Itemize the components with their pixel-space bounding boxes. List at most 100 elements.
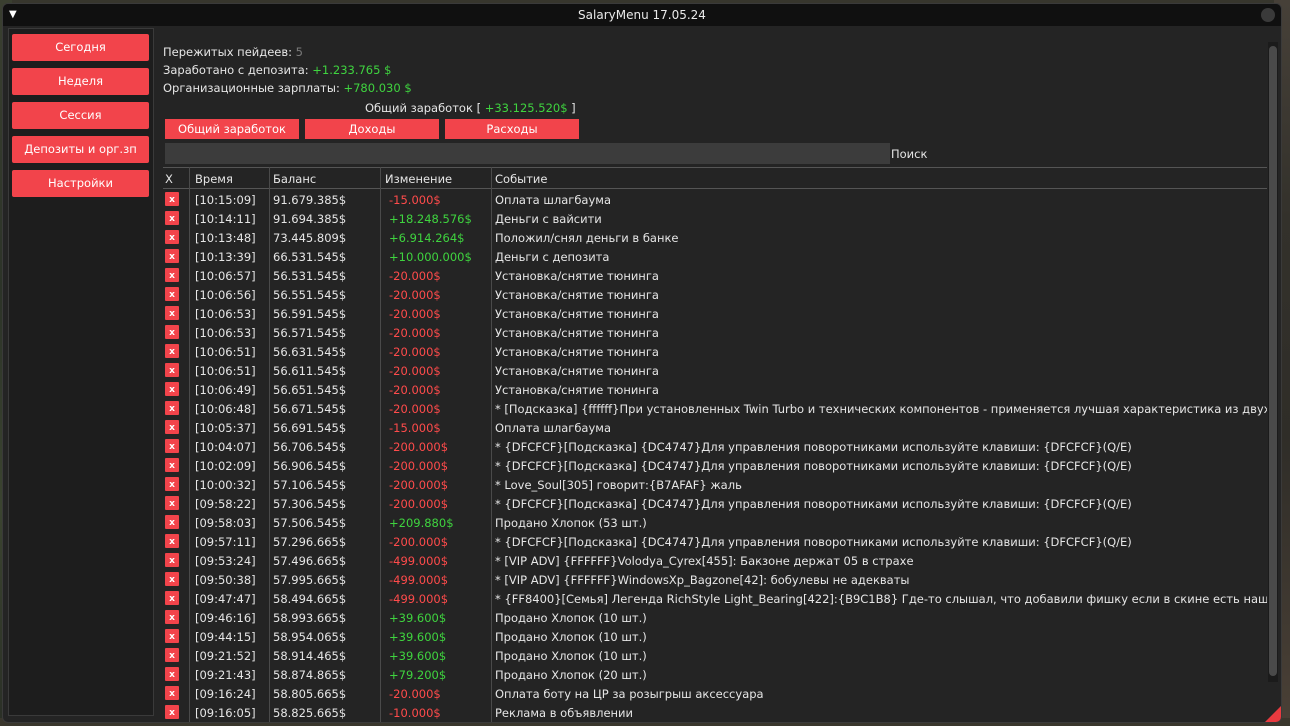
scrollbar[interactable] [1268, 42, 1278, 682]
delete-row-button[interactable]: x [165, 325, 179, 339]
close-icon[interactable] [1261, 8, 1275, 22]
table-row: x [09:58:03] 57.506.545$ +209.880$ Продано Х… [163, 513, 1267, 532]
delete-row-button[interactable]: x [165, 230, 179, 244]
change-cell: -20.000$ [389, 364, 441, 378]
change-cell: -200.000$ [389, 440, 449, 454]
delete-row-button[interactable]: x [165, 515, 179, 529]
time-cell: [10:06:51] [195, 364, 256, 378]
table-row: x [10:05:37] 56.691.545$ -15.000$ Оплата шла… [163, 418, 1267, 437]
delete-row-button[interactable]: x [165, 287, 179, 301]
change-cell: -20.000$ [389, 307, 441, 321]
delete-row-button[interactable]: x [165, 629, 179, 643]
collapse-arrow-icon[interactable]: ▼ [9, 4, 17, 26]
time-cell: [10:06:53] [195, 326, 256, 340]
delete-row-button[interactable]: x [165, 458, 179, 472]
change-cell: +39.600$ [389, 649, 447, 663]
delete-row-button[interactable]: x [165, 192, 179, 206]
delete-row-button[interactable]: x [165, 496, 179, 510]
time-cell: [10:05:37] [195, 421, 256, 435]
table-row: x [10:06:56] 56.551.545$ -20.000$ Установка/… [163, 285, 1267, 304]
tab-income[interactable]: Доходы [305, 119, 439, 139]
table-row: x [09:44:15] 58.954.065$ +39.600$ Продано Хл… [163, 627, 1267, 646]
table-row: x [10:04:07] 56.706.545$ -200.000$ * {DFCFCF… [163, 437, 1267, 456]
delete-row-button[interactable]: x [165, 344, 179, 358]
delete-row-button[interactable]: x [165, 686, 179, 700]
search-input[interactable] [165, 143, 890, 164]
delete-row-button[interactable]: x [165, 439, 179, 453]
delete-row-button[interactable]: x [165, 268, 179, 282]
event-cell: Деньги с вайсити [495, 212, 602, 226]
delete-row-button[interactable]: x [165, 420, 179, 434]
delete-row-button[interactable]: x [165, 648, 179, 662]
event-cell: Установка/снятие тюнинга [495, 269, 659, 283]
tab-total-earnings[interactable]: Общий заработок [165, 119, 299, 139]
delete-row-button[interactable]: x [165, 553, 179, 567]
change-cell: -20.000$ [389, 288, 441, 302]
sidebar-item-deposits[interactable]: Депозиты и орг.зп [12, 136, 149, 163]
delete-row-button[interactable]: x [165, 382, 179, 396]
event-cell: Установка/снятие тюнинга [495, 345, 659, 359]
balance-cell: 56.651.545$ [273, 383, 347, 397]
change-cell: -499.000$ [389, 592, 449, 606]
balance-cell: 57.496.665$ [273, 554, 347, 568]
total-bracket-close: ] [571, 101, 576, 115]
resize-handle-icon[interactable] [1265, 706, 1281, 722]
scrollbar-thumb[interactable] [1269, 46, 1277, 676]
event-cell: * [VIP ADV] {FFFFFF}Volodya_Cyrex[455]: … [495, 554, 914, 568]
event-cell: Продано Хлопок (10 шт.) [495, 611, 647, 625]
delete-row-button[interactable]: x [165, 534, 179, 548]
event-cell: Установка/снятие тюнинга [495, 383, 659, 397]
balance-cell: 56.571.545$ [273, 326, 347, 340]
delete-row-button[interactable]: x [165, 705, 179, 719]
salary-menu-window: ▼ SalaryMenu 17.05.24 Сегодня Неделя Сес… [2, 3, 1282, 723]
sidebar-item-week[interactable]: Неделя [12, 68, 149, 95]
paydays-label: Пережитых пейдеев: [163, 45, 292, 59]
paydays-stat: Пережитых пейдеев: 5 [163, 45, 303, 59]
table-row: x [09:57:11] 57.296.665$ -200.000$ * {DFCFCF… [163, 532, 1267, 551]
sidebar-item-session[interactable]: Сессия [12, 102, 149, 129]
table-row: x [09:50:38] 57.995.665$ -499.000$ * [VIP AD… [163, 570, 1267, 589]
column-header-change: Изменение [385, 172, 453, 186]
delete-row-button[interactable]: x [165, 211, 179, 225]
change-cell: -499.000$ [389, 554, 449, 568]
time-cell: [09:46:16] [195, 611, 256, 625]
delete-row-button[interactable]: x [165, 572, 179, 586]
delete-row-button[interactable]: x [165, 610, 179, 624]
delete-row-button[interactable]: x [165, 477, 179, 491]
time-cell: [09:47:47] [195, 592, 256, 606]
event-cell: * {DFCFCF}[Подсказка] {DC4747}Для управл… [495, 535, 1132, 549]
time-cell: [10:06:56] [195, 288, 256, 302]
event-cell: Продано Хлопок (20 шт.) [495, 668, 647, 682]
tab-expenses[interactable]: Расходы [445, 119, 579, 139]
delete-row-button[interactable]: x [165, 667, 179, 681]
delete-row-button[interactable]: x [165, 306, 179, 320]
main-content: Пережитых пейдеев: 5 Заработано с депози… [163, 42, 1267, 722]
total-bracket-open: [ [476, 101, 482, 115]
time-cell: [10:00:32] [195, 478, 256, 492]
change-cell: -20.000$ [389, 345, 441, 359]
event-cell: * [Подсказка] {ffffff}При установленных … [495, 402, 1267, 416]
delete-row-button[interactable]: x [165, 401, 179, 415]
delete-row-button[interactable]: x [165, 591, 179, 605]
time-cell: [10:13:48] [195, 231, 256, 245]
sidebar-item-today[interactable]: Сегодня [12, 34, 149, 61]
delete-row-button[interactable]: x [165, 249, 179, 263]
table-header: X Время Баланс Изменение Событие [163, 167, 1267, 189]
sidebar-item-settings[interactable]: Настройки [12, 170, 149, 197]
balance-cell: 56.531.545$ [273, 269, 347, 283]
event-cell: * {DFCFCF}[Подсказка] {DC4747}Для управл… [495, 497, 1132, 511]
org-stat: Организационные зарплаты: +780.030 $ [163, 81, 412, 95]
time-cell: [10:02:09] [195, 459, 256, 473]
change-cell: +79.200$ [389, 668, 447, 682]
title-bar[interactable]: ▼ SalaryMenu 17.05.24 [3, 4, 1281, 26]
time-cell: [09:44:15] [195, 630, 256, 644]
change-cell: -499.000$ [389, 573, 449, 587]
event-cell: Продано Хлопок (53 шт.) [495, 516, 647, 530]
event-cell: Установка/снятие тюнинга [495, 326, 659, 340]
delete-row-button[interactable]: x [165, 363, 179, 377]
time-cell: [10:13:39] [195, 250, 256, 264]
balance-cell: 58.494.665$ [273, 592, 347, 606]
change-cell: -20.000$ [389, 269, 441, 283]
table-row: x [09:16:24] 58.805.665$ -20.000$ Оплата бот… [163, 684, 1267, 703]
balance-cell: 56.706.545$ [273, 440, 347, 454]
